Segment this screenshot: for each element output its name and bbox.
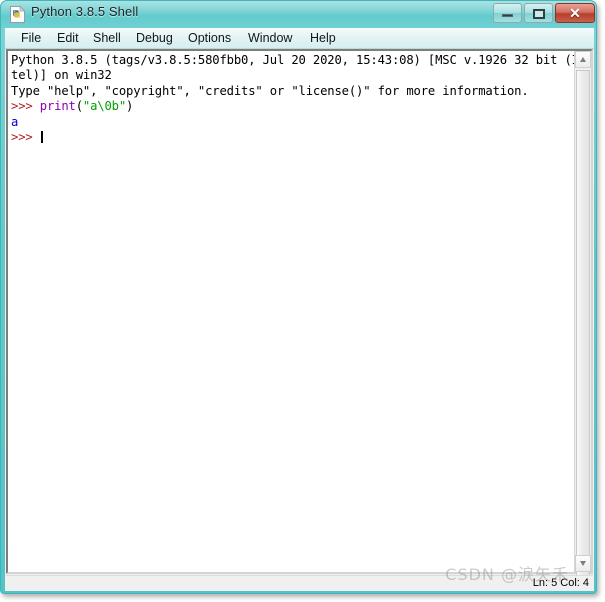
shell-text-area[interactable]: Python 3.8.5 (tags/v3.8.5:580fbb0, Jul 2… (8, 51, 574, 572)
menu-item-file[interactable]: File (16, 30, 46, 47)
token-plain: Type "help", "copyright", "credits" or "… (11, 83, 529, 98)
token-prompt: >>> (11, 99, 40, 114)
python-idle-icon (10, 6, 26, 23)
token-keyword: print (39, 99, 76, 114)
token-plain: tel)] on win32 (11, 68, 112, 83)
client-area: File Edit Shell Debug Options Window Help Pyth… (5, 28, 594, 591)
banner-line-2: tel)] on win32 (11, 68, 574, 83)
status-bar: Ln: 5 Col: 4 (6, 575, 593, 591)
token-string: "a\0b" (82, 99, 126, 114)
maximize-button[interactable] (524, 3, 553, 23)
menu-item-help[interactable]: Help (305, 30, 341, 47)
scroll-up-button[interactable] (575, 51, 591, 68)
banner-line-3: Type "help", "copyright", "credits" or "… (11, 84, 574, 99)
python-shell-window: Python 3.8.5 Shell ✕ File Edit Shell Debug O… (0, 0, 597, 594)
input-line-2: >>> (11, 130, 574, 145)
banner-line-1: Python 3.8.5 (tags/v3.8.5:580fbb0, Jul 2… (11, 53, 574, 68)
token-plain: ( (75, 99, 83, 114)
cursor-position-indicator: Ln: 5 Col: 4 (532, 577, 589, 589)
close-icon: ✕ (569, 5, 581, 21)
token-prompt: >>> (11, 130, 40, 145)
window-title: Python 3.8.5 Shell (31, 4, 139, 19)
text-caret (40, 131, 43, 144)
shell-text-frame: Python 3.8.5 (tags/v3.8.5:580fbb0, Jul 2… (6, 49, 593, 578)
title-bar[interactable]: Python 3.8.5 Shell ✕ (1, 1, 596, 28)
vertical-scrollbar[interactable] (574, 51, 591, 578)
output-line-1: a (11, 115, 574, 130)
menu-item-window[interactable]: Window (243, 30, 297, 47)
minimize-icon (502, 14, 513, 17)
token-plain: ) (126, 99, 134, 114)
menu-bar: File Edit Shell Debug Options Window Help (5, 28, 594, 49)
input-line-1: >>> print("a\0b") (11, 99, 574, 114)
menu-item-edit[interactable]: Edit (52, 30, 84, 47)
token-output: a (11, 114, 19, 129)
scrollbar-thumb[interactable] (576, 70, 590, 578)
menu-item-options[interactable]: Options (183, 30, 236, 47)
token-plain: Python 3.8.5 (tags/v3.8.5:580fbb0, Jul 2… (11, 53, 574, 67)
menu-item-debug[interactable]: Debug (131, 30, 178, 47)
menu-item-shell[interactable]: Shell (88, 30, 126, 47)
scroll-up-arrow-icon (580, 57, 586, 62)
close-button[interactable]: ✕ (555, 3, 595, 23)
scroll-down-arrow-icon (580, 561, 586, 566)
scroll-down-button[interactable] (575, 555, 591, 572)
minimize-button[interactable] (493, 3, 522, 23)
maximize-icon (533, 9, 545, 19)
